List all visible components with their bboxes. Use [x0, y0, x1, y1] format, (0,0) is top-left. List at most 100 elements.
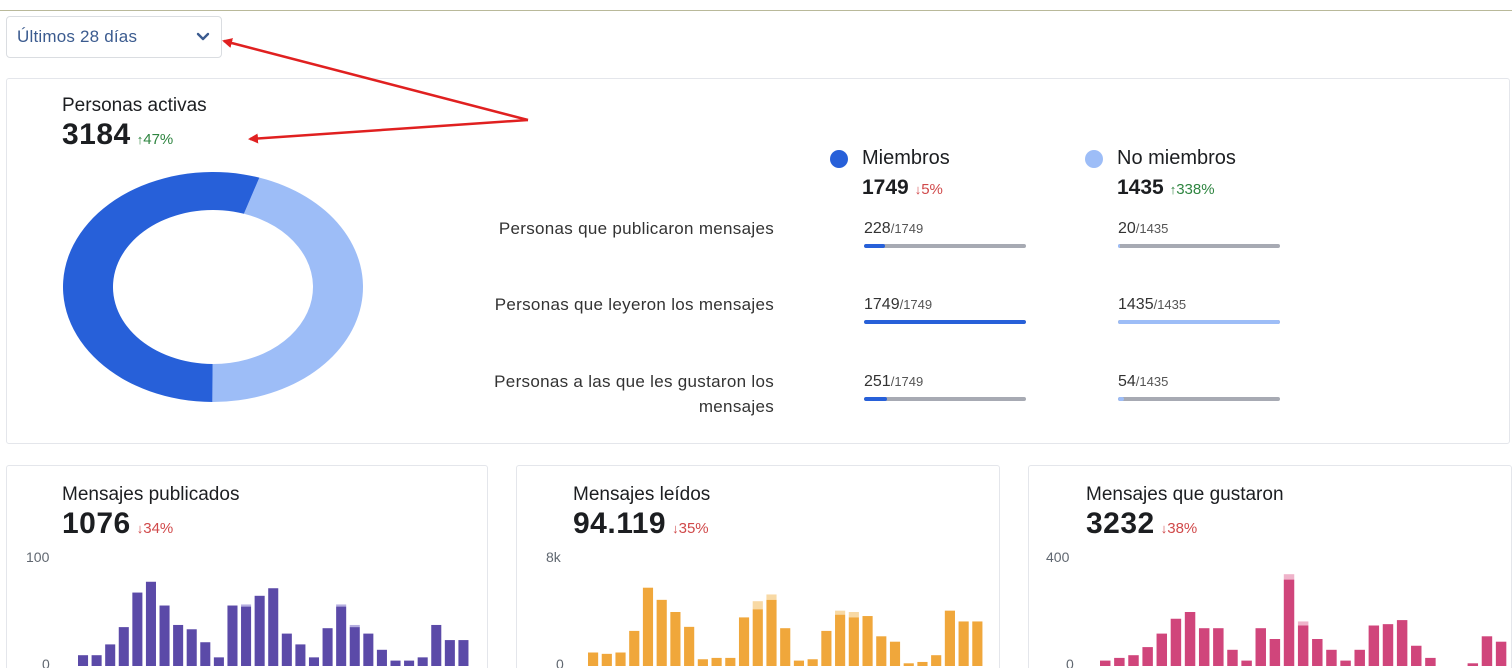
bar[interactable] — [241, 606, 252, 666]
bar[interactable] — [1425, 657, 1436, 666]
bar[interactable] — [1368, 625, 1380, 667]
bar[interactable] — [972, 621, 983, 666]
bar[interactable] — [444, 640, 455, 666]
bar[interactable] — [1467, 663, 1479, 666]
bar[interactable] — [807, 659, 818, 666]
bar[interactable] — [670, 612, 681, 666]
bar[interactable] — [889, 641, 901, 666]
progress-track — [1118, 244, 1280, 248]
bar[interactable] — [793, 660, 805, 666]
bar[interactable] — [91, 655, 102, 666]
liked-messages-value: 3232 ↓38% — [1086, 507, 1198, 540]
bar[interactable] — [1382, 624, 1394, 666]
active-people-number: 3184 — [62, 118, 131, 151]
bar[interactable] — [254, 595, 265, 666]
bar[interactable] — [159, 605, 170, 666]
bar[interactable] — [684, 626, 695, 666]
bar[interactable] — [1283, 579, 1295, 666]
bar[interactable] — [1340, 660, 1351, 666]
bar[interactable] — [1198, 628, 1210, 666]
liked-y-tick-max: 400 — [1046, 549, 1070, 565]
bar[interactable] — [1354, 649, 1365, 666]
members-dot-icon — [830, 149, 848, 168]
bar[interactable] — [308, 657, 320, 666]
bar[interactable] — [821, 630, 832, 666]
bar[interactable] — [186, 629, 197, 666]
bar[interactable] — [1142, 647, 1153, 666]
bar[interactable] — [725, 657, 736, 666]
bar[interactable] — [1396, 620, 1408, 666]
bar[interactable] — [213, 657, 224, 666]
bar[interactable] — [268, 588, 279, 666]
bar[interactable] — [711, 657, 722, 666]
bar[interactable] — [1156, 633, 1168, 666]
bar[interactable] — [1495, 641, 1507, 666]
bar[interactable] — [1114, 657, 1125, 666]
bar[interactable] — [1100, 660, 1111, 666]
metric-read-non-members: 1435/1435 — [1118, 296, 1280, 324]
bar[interactable] — [862, 616, 873, 666]
bar[interactable] — [376, 649, 387, 666]
bar[interactable] — [200, 642, 211, 666]
bar[interactable] — [227, 605, 238, 666]
progress-fill — [1118, 397, 1125, 401]
bar[interactable] — [848, 617, 859, 666]
bar[interactable] — [835, 614, 846, 666]
bar[interactable] — [1213, 628, 1224, 666]
bar[interactable] — [601, 653, 612, 666]
bar[interactable] — [903, 663, 914, 666]
bar[interactable] — [322, 628, 333, 666]
bar[interactable] — [1128, 655, 1139, 666]
bar[interactable] — [697, 659, 708, 666]
bar[interactable] — [1411, 645, 1422, 666]
bar[interactable] — [78, 655, 89, 666]
bar[interactable] — [1481, 636, 1493, 666]
date-range-select[interactable]: Últimos 28 días — [6, 16, 222, 58]
bar[interactable] — [642, 587, 654, 666]
bar[interactable] — [404, 660, 415, 666]
bar[interactable] — [917, 661, 928, 666]
bar[interactable] — [173, 624, 184, 666]
bar[interactable] — [1312, 639, 1323, 666]
bar[interactable] — [876, 636, 887, 666]
bar[interactable] — [1269, 639, 1281, 666]
bar[interactable] — [588, 652, 599, 667]
bar[interactable] — [295, 644, 306, 666]
bar[interactable] — [656, 599, 667, 666]
bar[interactable] — [336, 606, 347, 666]
bar[interactable] — [1255, 628, 1266, 666]
bar[interactable] — [1184, 612, 1196, 666]
bar[interactable] — [766, 599, 777, 666]
top-border — [0, 10, 1512, 11]
bar[interactable] — [1297, 625, 1309, 667]
progress-fill — [864, 320, 1026, 324]
bar[interactable] — [1241, 660, 1252, 666]
bar[interactable] — [105, 644, 116, 666]
bar[interactable] — [390, 660, 401, 666]
bar[interactable] — [944, 610, 955, 666]
bar[interactable] — [363, 633, 374, 666]
bar[interactable] — [780, 628, 791, 666]
bar[interactable] — [431, 624, 442, 666]
liked-y-tick-min: 0 — [1066, 656, 1074, 668]
bar[interactable] — [349, 627, 360, 666]
bar[interactable] — [958, 621, 969, 666]
bar[interactable] — [1170, 618, 1182, 666]
bar[interactable] — [1227, 649, 1238, 666]
bar[interactable] — [281, 633, 292, 666]
bar[interactable] — [458, 640, 469, 666]
bar[interactable] — [417, 657, 428, 666]
read-messages-title: Mensajes leídos — [573, 484, 711, 505]
progress-fill — [1118, 244, 1121, 248]
bar[interactable] — [615, 652, 626, 667]
row-label-read: Personas que leyeron los mensajes — [494, 295, 774, 314]
bar[interactable] — [629, 630, 640, 666]
bar[interactable] — [1326, 649, 1337, 666]
bar[interactable] — [118, 627, 129, 666]
bar[interactable] — [145, 581, 156, 666]
bar[interactable] — [738, 617, 750, 666]
bar[interactable] — [931, 655, 942, 666]
bar[interactable] — [132, 592, 143, 666]
bar[interactable] — [752, 609, 763, 666]
bar-extra — [336, 604, 347, 607]
